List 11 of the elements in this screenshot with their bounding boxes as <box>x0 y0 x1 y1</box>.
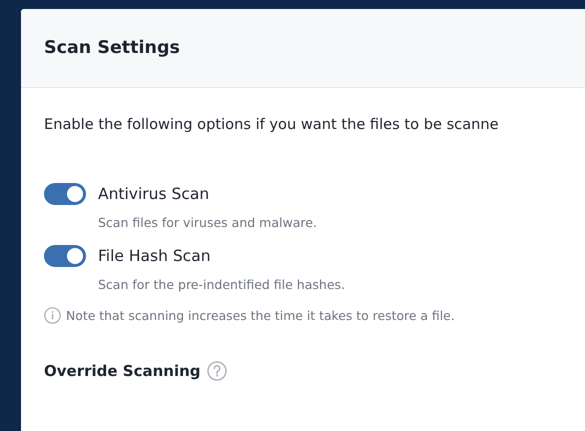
note-text: Note that scanning increases the time it takes to restore a file. <box>66 308 455 323</box>
section-title: Override Scanning <box>44 362 201 380</box>
option-description: Scan for the pre-indentified file hashes. <box>98 277 346 292</box>
option-label: File Hash Scan <box>98 247 211 265</box>
intro-text: Enable the following options if you want the files to be scanne <box>44 116 500 133</box>
info-icon <box>44 307 61 324</box>
option-description: Scan files for viruses and malware. <box>98 215 318 230</box>
option-label: Antivirus Scan <box>98 185 210 203</box>
toggle-switch[interactable] <box>44 183 86 205</box>
panel-title: Scan Settings <box>44 38 180 58</box>
toggle-switch[interactable] <box>44 245 86 267</box>
